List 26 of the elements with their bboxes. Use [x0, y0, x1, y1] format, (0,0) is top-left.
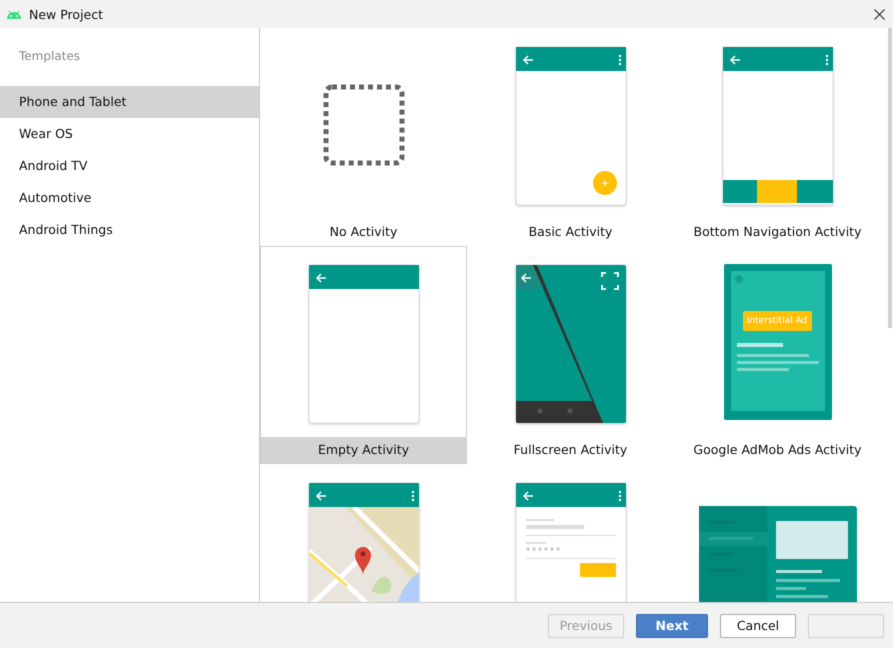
template-label: Basic Activity [528, 223, 614, 241]
android-robot-icon [6, 8, 22, 20]
sidebar-item[interactable]: Phone and Tablet [0, 86, 259, 118]
template-label: Empty Activity [261, 437, 466, 463]
template-label: Fullscreen Activity [512, 441, 628, 459]
sidebar-item[interactable]: Wear OS [0, 118, 259, 150]
sidebar-item[interactable]: Android TV [0, 150, 259, 182]
scrollbar-thumb[interactable] [888, 28, 892, 328]
template-label: Google AdMob Ads Activity [692, 441, 863, 459]
template-card[interactable]: Fullscreen Activity [467, 246, 674, 464]
dialog-button[interactable]: Cancel [720, 614, 796, 638]
dotted-square-icon [322, 84, 404, 166]
template-card[interactable]: Bottom Navigation Activity [674, 28, 881, 246]
template-card[interactable]: No Activity [260, 28, 467, 246]
sidebar-heading: Templates [18, 48, 82, 65]
template-card[interactable]: Empty Activity [260, 246, 467, 464]
template-label: No Activity [328, 223, 398, 241]
window-title: New Project [29, 6, 104, 22]
close-icon[interactable] [874, 8, 885, 20]
sidebar-item[interactable]: Android Things [0, 214, 259, 246]
ad-label: Interstitial Ad [742, 311, 812, 331]
template-label: Bottom Navigation Activity [692, 223, 862, 241]
sidebar-item[interactable]: Automotive [0, 182, 259, 214]
dialog-button[interactable]: Next [636, 614, 708, 638]
template-card[interactable]: Interstitial Ad Google AdMob Ads Activity [674, 246, 881, 464]
template-card[interactable]: Basic Activity [467, 28, 674, 246]
